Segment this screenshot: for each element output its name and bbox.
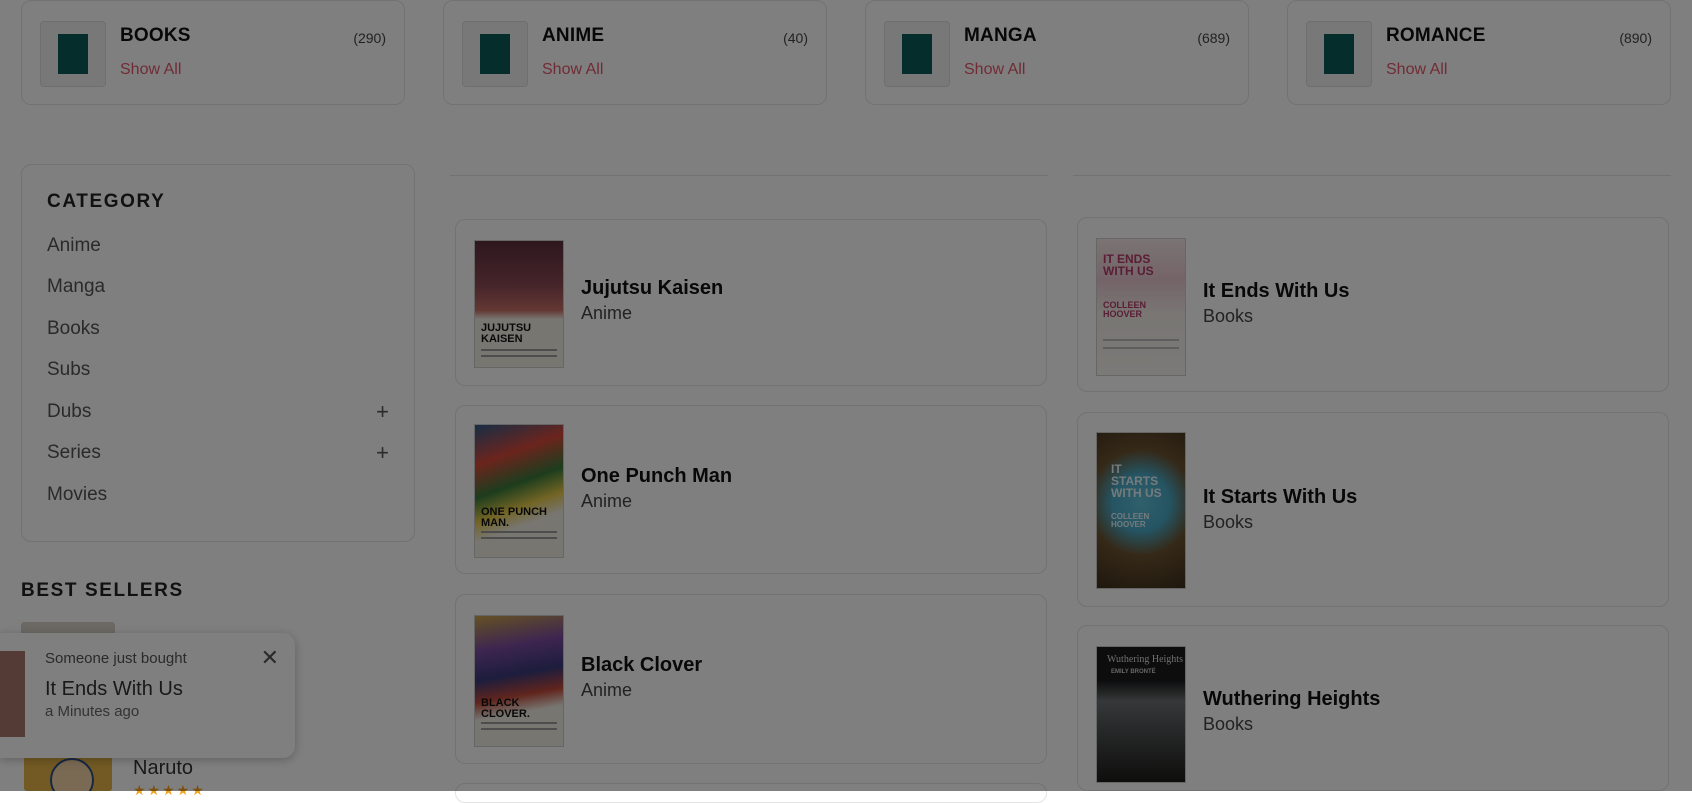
purchase-toast: Someone just bought It Ends With Us a Mi… <box>0 633 295 758</box>
category-count: (890) <box>1619 30 1652 46</box>
cover-title: ONE PUNCH MAN. <box>481 506 548 529</box>
product-name[interactable]: It Starts With Us <box>1203 486 1357 509</box>
sidebar-item-label: Anime <box>47 235 101 256</box>
expand-plus-icon[interactable]: + <box>376 399 389 425</box>
product-cover-image[interactable]: BLACK CLOVER. <box>474 615 564 747</box>
sidebar-item-label: Manga <box>47 276 106 297</box>
sidebar-item-manga[interactable]: Manga <box>47 276 389 306</box>
toast-product-name[interactable]: It Ends With Us <box>45 678 183 701</box>
sidebar-item-label: Movies <box>47 484 108 505</box>
toast-message: Someone just bought <box>45 650 187 667</box>
product-category: Anime <box>581 680 633 700</box>
cover-author: COLLEEN HOOVER <box>1103 300 1147 319</box>
category-count: (290) <box>353 30 386 46</box>
cover-title: Wuthering Heights <box>1107 654 1183 665</box>
anime-thumbnail <box>462 21 528 87</box>
manga-thumbnail <box>884 21 950 87</box>
category-count: (40) <box>783 30 808 46</box>
sidebar-item-series[interactable]: Series + <box>47 440 389 472</box>
romance-thumbnail <box>1306 21 1372 87</box>
product-card[interactable]: IT ENDS WITH US COLLEEN HOOVER It Ends W… <box>1077 217 1669 392</box>
product-card[interactable]: ONE PUNCH MAN. One Punch Man Anime <box>455 405 1047 574</box>
product-name[interactable]: Wuthering Heights <box>1203 688 1380 711</box>
product-card[interactable] <box>455 783 1047 803</box>
cover-title: IT STARTS WITH US <box>1111 462 1162 500</box>
cover-author: COLLEEN HOOVER <box>1111 512 1150 529</box>
toast-product-thumbnail <box>0 651 25 737</box>
sidebar-item-label: Books <box>47 318 100 339</box>
cover-author: EMILY BRONTË <box>1111 669 1156 675</box>
sidebar-item-books[interactable]: Books <box>47 318 389 348</box>
column-divider <box>450 175 1048 176</box>
column-divider <box>1073 175 1671 176</box>
show-all-link[interactable]: Show All <box>964 61 1025 79</box>
product-name[interactable]: One Punch Man <box>581 465 732 488</box>
category-count: (689) <box>1197 30 1230 46</box>
sidebar-item-label: Series <box>47 442 101 463</box>
product-card[interactable]: Wuthering Heights EMILY BRONTË Wuthering… <box>1077 625 1669 791</box>
product-category: Books <box>1203 512 1254 532</box>
product-cover-image[interactable]: Wuthering Heights EMILY BRONTË <box>1096 646 1186 783</box>
sidebar-item-dubs[interactable]: Dubs + <box>47 399 389 431</box>
sidebar-title: CATEGORY <box>47 191 166 212</box>
category-card-romance[interactable]: ROMANCE (890) Show All <box>1287 0 1671 105</box>
category-card-books[interactable]: BOOKS (290) Show All <box>21 0 405 105</box>
sidebar-item-label: Dubs <box>47 401 92 422</box>
product-cover-image[interactable]: IT ENDS WITH US COLLEEN HOOVER <box>1096 238 1186 376</box>
product-cover-image[interactable]: ONE PUNCH MAN. <box>474 424 564 558</box>
category-name: ROMANCE <box>1386 25 1486 46</box>
product-name[interactable]: Jujutsu Kaisen <box>581 277 723 300</box>
close-icon[interactable]: ✕ <box>261 645 279 671</box>
cover-title: BLACK CLOVER. <box>481 697 530 720</box>
product-category: Books <box>1203 714 1254 734</box>
show-all-link[interactable]: Show All <box>542 61 603 79</box>
expand-plus-icon[interactable]: + <box>376 440 389 466</box>
product-category: Anime <box>581 303 633 323</box>
category-name: BOOKS <box>120 25 191 46</box>
product-card[interactable]: IT STARTS WITH US COLLEEN HOOVER It Star… <box>1077 412 1669 607</box>
sidebar-item-label: Subs <box>47 359 91 380</box>
product-category: Books <box>1203 306 1254 326</box>
product-name[interactable]: Black Clover <box>581 654 702 677</box>
product-card[interactable]: JUJUTSU KAISEN Jujutsu Kaisen Anime <box>455 219 1047 386</box>
show-all-link[interactable]: Show All <box>1386 61 1447 79</box>
cover-title: JUJUTSU KAISEN <box>481 322 532 345</box>
category-card-anime[interactable]: ANIME (40) Show All <box>443 0 827 105</box>
toast-timestamp: a Minutes ago <box>45 703 140 720</box>
product-name[interactable]: It Ends With Us <box>1203 280 1349 303</box>
best-sellers-title: BEST SELLERS <box>21 580 184 601</box>
sidebar-item-movies[interactable]: Movies <box>47 484 389 514</box>
show-all-link[interactable]: Show All <box>120 61 181 79</box>
product-cover-image[interactable]: IT STARTS WITH US COLLEEN HOOVER <box>1096 432 1186 589</box>
best-seller-name[interactable]: Naruto <box>133 757 193 780</box>
category-name: ANIME <box>542 25 605 46</box>
product-category: Anime <box>581 491 633 511</box>
category-sidebar: CATEGORY Anime Manga Books Subs Dubs + Se… <box>21 164 415 542</box>
product-cover-image[interactable]: JUJUTSU KAISEN <box>474 240 564 368</box>
category-card-manga[interactable]: MANGA (689) Show All <box>865 0 1249 105</box>
books-thumbnail <box>40 21 106 87</box>
product-card[interactable]: BLACK CLOVER. Black Clover Anime <box>455 594 1047 764</box>
cover-title: IT ENDS WITH US <box>1103 252 1154 278</box>
sidebar-item-anime[interactable]: Anime <box>47 235 389 265</box>
category-name: MANGA <box>964 25 1037 46</box>
sidebar-item-subs[interactable]: Subs <box>47 359 389 389</box>
